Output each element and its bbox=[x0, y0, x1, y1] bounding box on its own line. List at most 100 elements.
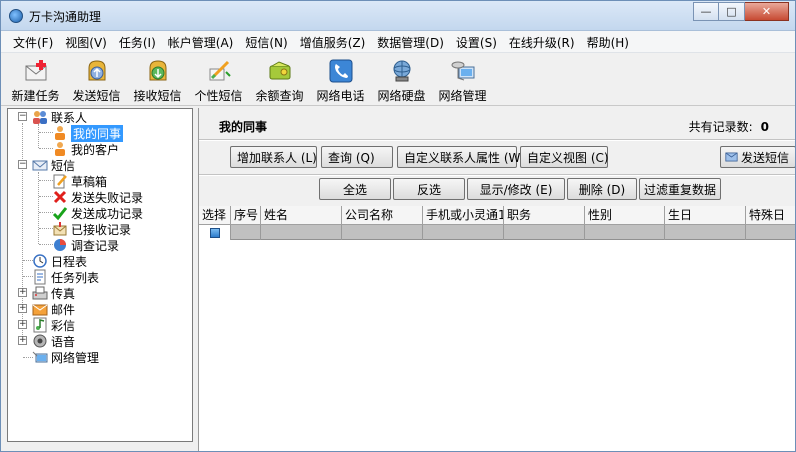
tree-label: 联系人 bbox=[51, 110, 88, 125]
show-edit-button[interactable]: 显示/修改 (E) bbox=[467, 178, 565, 200]
net-management-button[interactable]: 网络管理 bbox=[432, 54, 493, 106]
column-header-company[interactable]: 公司名称 bbox=[342, 206, 423, 225]
received-icon bbox=[52, 221, 68, 237]
custom-view-button[interactable]: 自定义视图 (C) bbox=[520, 146, 609, 168]
envelope-icon bbox=[32, 157, 48, 173]
menu-account[interactable]: 帐户管理(A) bbox=[162, 31, 240, 52]
menu-upgrade[interactable]: 在线升级(R) bbox=[503, 31, 581, 52]
send-sms-button[interactable]: 发送短信 bbox=[66, 54, 127, 106]
column-header-birthday[interactable]: 生日 bbox=[665, 206, 746, 225]
query-button[interactable]: 查询 (Q) bbox=[321, 146, 393, 168]
panel-title: 我的同事 bbox=[219, 120, 268, 134]
tree-item-fax[interactable]: 传真 bbox=[32, 285, 75, 301]
contacts-grid[interactable]: 选择 序号 姓名 公司名称 手机或小灵通1 职务 性别 生日 特殊日 bbox=[199, 206, 795, 451]
tool-label: 个性短信 bbox=[194, 89, 243, 103]
table-cell bbox=[342, 225, 423, 240]
net-disk-button[interactable]: 网络硬盘 bbox=[371, 54, 432, 106]
tree-label: 邮件 bbox=[51, 302, 76, 317]
delete-button[interactable]: 删除 (D) bbox=[567, 178, 637, 200]
column-header-name[interactable]: 姓名 bbox=[261, 206, 342, 225]
window-controls: — □ ✕ bbox=[693, 2, 789, 22]
menu-sms[interactable]: 短信(N) bbox=[239, 31, 293, 52]
expander-mms[interactable]: + bbox=[18, 320, 27, 329]
expander-sms[interactable]: − bbox=[18, 160, 27, 169]
tree-line bbox=[38, 172, 39, 244]
tree-item-voice[interactable]: 语音 bbox=[32, 333, 75, 349]
tree-item-colleagues[interactable]: 我的同事 bbox=[52, 124, 124, 142]
contacts-icon bbox=[32, 109, 48, 125]
invert-selection-button[interactable]: 反选 bbox=[393, 178, 465, 200]
expander-mail[interactable]: + bbox=[18, 304, 27, 313]
balance-query-button[interactable]: 余额查询 bbox=[249, 54, 310, 106]
personal-sms-icon bbox=[205, 57, 233, 85]
tree-line bbox=[39, 180, 53, 181]
add-contact-button[interactable]: 增加联系人 (L) bbox=[230, 146, 317, 168]
column-header-special-day[interactable]: 特殊日 bbox=[746, 206, 795, 225]
expander-fax[interactable]: + bbox=[18, 288, 27, 297]
net-phone-button[interactable]: 网络电话 bbox=[310, 54, 371, 106]
menu-data[interactable]: 数据管理(D) bbox=[371, 31, 450, 52]
menu-file[interactable]: 文件(F) bbox=[7, 31, 59, 52]
tree-item-sent[interactable]: 发送成功记录 bbox=[52, 205, 143, 221]
table-cell bbox=[231, 225, 261, 240]
tree-item-mail[interactable]: 邮件 bbox=[32, 301, 75, 317]
grid-header: 选择 序号 姓名 公司名称 手机或小灵通1 职务 性别 生日 特殊日 bbox=[199, 206, 795, 225]
tree-item-contacts[interactable]: 联系人 bbox=[32, 109, 87, 125]
tree-label: 任务列表 bbox=[51, 270, 100, 285]
menu-task[interactable]: 任务(I) bbox=[113, 31, 162, 52]
new-task-button[interactable]: 新建任务 bbox=[5, 54, 66, 106]
tree-item-netmgmt[interactable]: 网络管理 bbox=[32, 349, 99, 365]
column-header-select[interactable]: 选择 bbox=[199, 206, 231, 225]
tree-item-schedule[interactable]: 日程表 bbox=[32, 253, 87, 269]
send-sms-wrap: 发送短信 bbox=[720, 146, 795, 170]
column-header-index[interactable]: 序号 bbox=[231, 206, 261, 225]
personal-sms-button[interactable]: 个性短信 bbox=[188, 54, 249, 106]
menu-view[interactable]: 视图(V) bbox=[59, 31, 113, 52]
tool-label: 网络管理 bbox=[438, 89, 487, 103]
tool-label: 新建任务 bbox=[11, 89, 60, 103]
tree-item-survey[interactable]: 调查记录 bbox=[52, 237, 119, 253]
column-header-mobile[interactable]: 手机或小灵通1 bbox=[423, 206, 504, 225]
divider bbox=[199, 139, 795, 141]
tree-line bbox=[39, 228, 53, 229]
custom-attributes-button[interactable]: 自定义联系人属性 (W) bbox=[397, 146, 525, 168]
tree-label: 已接收记录 bbox=[71, 222, 132, 237]
menu-value-added[interactable]: 增值服务(Z) bbox=[294, 31, 372, 52]
tree-item-drafts[interactable]: 草稿箱 bbox=[52, 173, 107, 189]
row-select-cell[interactable] bbox=[199, 225, 231, 240]
tree-label: 彩信 bbox=[51, 318, 76, 333]
tree-item-tasks[interactable]: 任务列表 bbox=[32, 269, 99, 285]
mail-icon bbox=[32, 301, 48, 317]
select-all-button[interactable]: 全选 bbox=[319, 178, 391, 200]
send-sms-button[interactable]: 发送短信 bbox=[720, 146, 795, 168]
column-header-gender[interactable]: 性别 bbox=[585, 206, 665, 225]
tool-label: 接收短信 bbox=[133, 89, 182, 103]
tree-item-failed[interactable]: 发送失败记录 bbox=[52, 189, 143, 205]
expander-voice[interactable]: + bbox=[18, 336, 27, 345]
record-count-label: 共有记录数: bbox=[688, 120, 753, 134]
row-checkbox[interactable] bbox=[209, 227, 220, 238]
close-button[interactable]: ✕ bbox=[745, 2, 789, 21]
table-cell bbox=[585, 225, 665, 240]
tree-item-received[interactable]: 已接收记录 bbox=[52, 221, 131, 237]
minimize-button[interactable]: — bbox=[693, 2, 719, 21]
expander-contacts[interactable]: − bbox=[18, 112, 27, 121]
table-cell bbox=[504, 225, 585, 240]
tree-label: 网络管理 bbox=[51, 350, 100, 365]
menu-settings[interactable]: 设置(S) bbox=[450, 31, 503, 52]
tree-label-selected: 我的同事 bbox=[71, 124, 124, 142]
tree-item-sms[interactable]: 短信 bbox=[32, 157, 75, 173]
column-header-title[interactable]: 职务 bbox=[504, 206, 585, 225]
filter-duplicates-button[interactable]: 过滤重复数据 bbox=[639, 178, 721, 200]
tree-item-mms[interactable]: 彩信 bbox=[32, 317, 75, 333]
send-sms-label: 发送短信 bbox=[740, 150, 789, 165]
tree-label: 我的客户 bbox=[71, 142, 120, 157]
table-row[interactable] bbox=[199, 225, 795, 240]
tree-line bbox=[39, 132, 53, 133]
tree-item-clients[interactable]: 我的客户 bbox=[52, 141, 119, 157]
navigation-tree[interactable]: − 联系人 我的同事 我的客户 − 短信 草稿箱 发送失败记录 发送成功记录 已… bbox=[7, 108, 193, 442]
menu-help[interactable]: 帮助(H) bbox=[581, 31, 635, 52]
maximize-button[interactable]: □ bbox=[719, 2, 745, 21]
receive-sms-button[interactable]: 接收短信 bbox=[127, 54, 188, 106]
fax-icon bbox=[32, 285, 48, 301]
